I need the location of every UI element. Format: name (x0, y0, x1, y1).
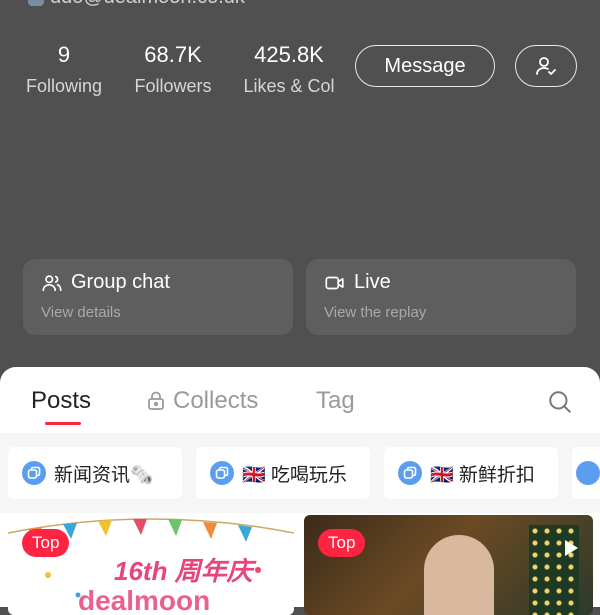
email-row: ddo@dealmoon.co.uk (28, 0, 245, 9)
stat-value: 9 (57, 42, 71, 67)
stat-value: 425.8K (254, 42, 324, 67)
group-icon (42, 274, 62, 291)
stat-following[interactable]: 9 Following (23, 42, 105, 97)
chip-news[interactable]: 新闻资讯🗞️ (8, 447, 182, 499)
tab-posts-label: Posts (31, 387, 92, 414)
category-chips: 新闻资讯🗞️ 🇬🇧 吃喝玩乐 🇬🇧 新鲜折扣 (0, 433, 600, 513)
layers-icon (576, 461, 600, 485)
tab-posts[interactable]: Posts (31, 387, 91, 415)
chip-label: 🇬🇧 吃喝玩乐 (242, 464, 347, 486)
search-button[interactable] (547, 389, 573, 420)
stat-label: Following (25, 76, 103, 96)
search-icon (549, 391, 571, 413)
group-chat-subtitle: View details (41, 304, 121, 321)
chip-food-fun[interactable]: 🇬🇧 吃喝玩乐 (196, 447, 370, 499)
profile-tabs: Posts Collects Tag (0, 367, 600, 434)
group-chat-card[interactable]: Group chat View details (23, 259, 293, 335)
tab-tag[interactable]: Tag (316, 387, 355, 415)
layers-icon (210, 461, 234, 485)
follow-status-button[interactable] (515, 45, 577, 87)
layers-icon (22, 461, 46, 485)
tab-tag-label: Tag (316, 387, 355, 414)
live-title-row: Live (324, 271, 558, 294)
chip-label: 🇬🇧 新鲜折扣 (430, 464, 535, 486)
live-title: Live (354, 271, 391, 293)
stat-label: Followers (134, 76, 212, 96)
stat-likes[interactable]: 425.8K Likes & Col (238, 42, 340, 97)
top-badge: Top (22, 529, 70, 557)
brand-text: dealmoon (78, 585, 211, 615)
top-badge: Top (318, 529, 366, 557)
stat-label: Likes & Col (243, 76, 335, 96)
group-chat-title-row: Group chat (41, 271, 275, 294)
post-card-video[interactable]: Top (304, 515, 593, 615)
video-icon (325, 276, 344, 289)
tab-collects-label: Collects (173, 387, 259, 414)
user-check-icon (536, 57, 556, 75)
chip-label: 新闻资讯🗞️ (54, 464, 154, 486)
profile-header: ddo@dealmoon.co.uk 9 Following 68.7K Fol… (0, 0, 600, 380)
stat-value: 68.7K (144, 42, 202, 67)
layers-icon (398, 461, 422, 485)
flag-icon (28, 0, 44, 6)
group-chat-title: Group chat (71, 271, 170, 293)
live-card[interactable]: Live View the replay (306, 259, 576, 335)
live-subtitle: View the replay (324, 304, 427, 321)
chip-deals[interactable]: 🇬🇧 新鲜折扣 (384, 447, 558, 499)
content-sheet: Posts Collects Tag 新闻资讯🗞️ 🇬🇧 吃喝玩乐 🇬🇧 新鲜折… (0, 367, 600, 615)
anniversary-text: 16th 周年庆 (114, 556, 253, 586)
portrait-figure (424, 535, 494, 615)
lock-icon (148, 391, 164, 410)
stat-followers[interactable]: 68.7K Followers (130, 42, 216, 97)
chip-more[interactable] (572, 447, 600, 499)
play-icon (565, 540, 578, 556)
message-button[interactable]: Message (355, 45, 495, 87)
tab-collects[interactable]: Collects (147, 387, 258, 415)
post-card-anniversary[interactable]: Top 16th 周年庆 dealmoon (8, 515, 294, 615)
profile-email: ddo@dealmoon.co.uk (50, 0, 245, 9)
active-tab-indicator (45, 422, 81, 425)
